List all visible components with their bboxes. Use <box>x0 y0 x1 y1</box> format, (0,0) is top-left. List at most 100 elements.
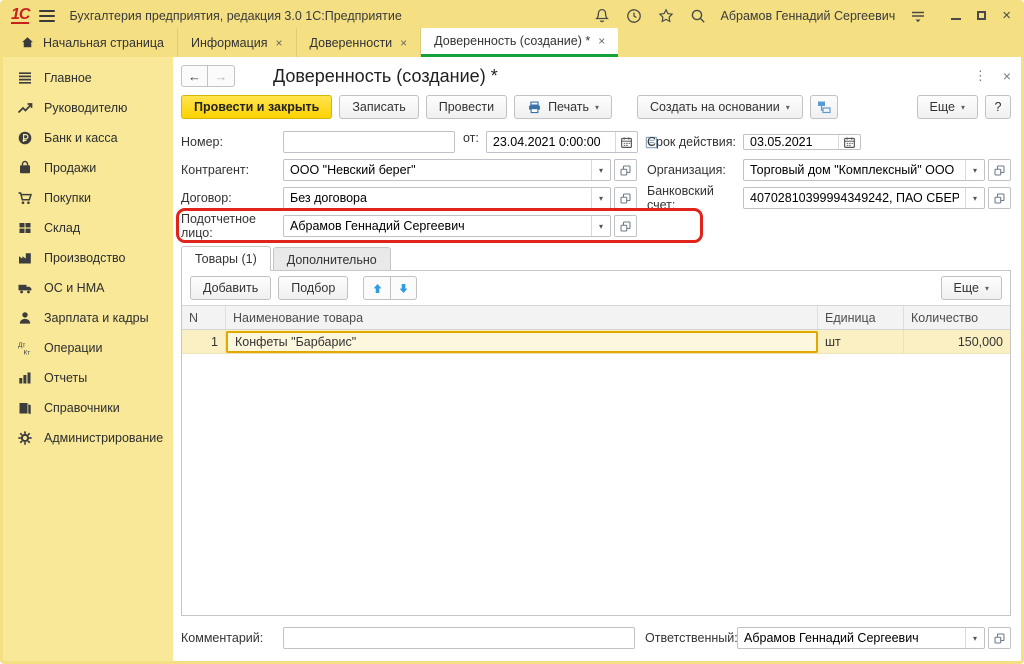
post-and-close-button[interactable]: Провести и закрыть <box>181 95 332 119</box>
history-icon[interactable] <box>625 7 643 25</box>
sidebar-item-payroll-hr[interactable]: Зарплата и кадры <box>3 303 173 333</box>
open-organization-icon[interactable] <box>988 159 1011 181</box>
pick-button[interactable]: Подбор <box>278 276 348 300</box>
responsible-input[interactable] <box>738 628 965 648</box>
tab-close-icon[interactable]: × <box>400 36 407 50</box>
notifications-bell-icon[interactable] <box>593 7 611 25</box>
back-button[interactable]: ← <box>181 65 208 87</box>
col-unit-header[interactable]: Единица <box>818 306 904 329</box>
table-row[interactable]: 1 Конфеты "Барбарис" шт 150,000 <box>182 330 1010 354</box>
comment-input[interactable] <box>284 628 634 648</box>
form-close-icon[interactable]: × <box>1003 68 1011 84</box>
add-row-button[interactable]: Добавить <box>190 276 271 300</box>
search-icon[interactable] <box>689 7 707 25</box>
cell-unit[interactable]: шт <box>818 330 904 353</box>
tab-information[interactable]: Информация × <box>178 28 297 57</box>
tab-warrant-create[interactable]: Доверенность (создание) * × <box>421 28 618 57</box>
accountable-person-input[interactable] <box>284 216 591 236</box>
contract-label: Договор: <box>181 191 283 205</box>
dropdown-caret-icon[interactable]: ▾ <box>591 160 610 180</box>
sidebar-item-label: Покупки <box>44 191 91 205</box>
main-menu-icon[interactable] <box>39 10 55 22</box>
col-name-header[interactable]: Наименование товара <box>226 306 818 329</box>
chevron-down-icon: ▾ <box>786 103 790 112</box>
tab-label: Доверенности <box>310 36 393 50</box>
forward-button[interactable]: → <box>208 65 235 87</box>
dropdown-caret-icon[interactable]: ▾ <box>591 188 610 208</box>
calendar-icon[interactable] <box>838 135 860 149</box>
date-input[interactable] <box>487 132 615 152</box>
bank-account-input[interactable] <box>744 188 965 208</box>
dropdown-caret-icon[interactable]: ▾ <box>965 628 984 648</box>
counterparty-input[interactable] <box>284 160 591 180</box>
move-down-button[interactable] <box>390 276 417 300</box>
print-label: Печать <box>548 100 589 114</box>
open-bank-account-icon[interactable] <box>988 187 1011 209</box>
sidebar-item-main[interactable]: Главное <box>3 63 173 93</box>
dropdown-caret-icon[interactable]: ▾ <box>965 160 984 180</box>
sidebar-item-label: Администрирование <box>44 431 163 445</box>
tab-close-icon[interactable]: × <box>276 36 283 50</box>
print-button[interactable]: Печать ▾ <box>514 95 612 119</box>
move-up-button[interactable] <box>363 276 390 300</box>
sidebar-item-operations[interactable]: ДтКт Операции <box>3 333 173 363</box>
open-counterparty-icon[interactable] <box>614 159 637 181</box>
svg-text:Дт: Дт <box>18 342 25 349</box>
cell-num[interactable]: 1 <box>182 330 226 353</box>
sidebar-item-manager[interactable]: Руководителю <box>3 93 173 123</box>
help-button[interactable]: ? <box>985 95 1011 119</box>
favorites-star-icon[interactable] <box>657 7 675 25</box>
create-based-on-button[interactable]: Создать на основании ▾ <box>637 95 803 119</box>
goods-panel: Добавить Подбор Еще ▾ <box>181 270 1011 616</box>
sidebar-item-bank-cash[interactable]: Банк и касса <box>3 123 173 153</box>
post-button[interactable]: Провести <box>426 95 507 119</box>
valid-until-input[interactable] <box>744 135 838 149</box>
1c-logo-icon: 1С <box>11 8 29 24</box>
form-more-icon[interactable]: ⋮ <box>974 68 987 84</box>
sidebar-item-reports[interactable]: Отчеты <box>3 363 173 393</box>
open-responsible-icon[interactable] <box>988 627 1011 649</box>
debit-credit-icon: ДтКт <box>17 340 33 356</box>
title-bar: 1С Бухгалтерия предприятия, редакция 3.0… <box>3 3 1021 28</box>
service-menu-icon[interactable] <box>909 7 927 25</box>
save-button[interactable]: Записать <box>339 95 418 119</box>
sidebar-item-purchases[interactable]: Покупки <box>3 183 173 213</box>
form-more-button[interactable]: Еще ▾ <box>917 95 978 119</box>
tab-close-icon[interactable]: × <box>598 34 605 48</box>
current-user[interactable]: Абрамов Геннадий Сергеевич <box>721 9 896 23</box>
col-num-header[interactable]: N <box>182 306 226 329</box>
contract-input[interactable] <box>284 188 591 208</box>
cart-icon <box>17 190 33 206</box>
col-qty-header[interactable]: Количество <box>904 306 1010 329</box>
svg-text:Кт: Кт <box>24 350 31 357</box>
document-tabs: Товары (1) Дополнительно <box>181 246 1011 270</box>
cell-qty[interactable]: 150,000 <box>904 330 1010 353</box>
open-accountable-person-icon[interactable] <box>614 215 637 237</box>
dropdown-caret-icon[interactable]: ▾ <box>965 188 984 208</box>
tab-additional[interactable]: Дополнительно <box>273 247 391 271</box>
table-empty-area[interactable] <box>182 354 1010 615</box>
number-input[interactable] <box>284 132 454 152</box>
sidebar-item-fixed-assets[interactable]: ОС и НМА <box>3 273 173 303</box>
sidebar-item-directories[interactable]: Справочники <box>3 393 173 423</box>
arrow-down-icon <box>397 282 410 295</box>
sidebar-item-sales[interactable]: Продажи <box>3 153 173 183</box>
close-window-button[interactable]: × <box>1002 11 1011 21</box>
tab-warrants-list[interactable]: Доверенности × <box>297 28 422 57</box>
minimize-button[interactable] <box>951 18 961 20</box>
sidebar-item-administration[interactable]: Администрирование <box>3 423 173 453</box>
dropdown-caret-icon[interactable]: ▾ <box>591 216 610 236</box>
open-contract-icon[interactable] <box>614 187 637 209</box>
linked-documents-button[interactable] <box>810 95 838 119</box>
tab-home[interactable]: Начальная страница <box>7 28 178 57</box>
bank-account-label: Банковский счет: <box>647 184 743 212</box>
organization-input[interactable] <box>744 160 965 180</box>
sidebar-item-production[interactable]: Производство <box>3 243 173 273</box>
cell-name-selected[interactable]: Конфеты "Барбарис" <box>226 331 818 353</box>
book-icon <box>17 400 33 416</box>
maximize-button[interactable] <box>977 11 986 20</box>
sidebar-item-warehouse[interactable]: Склад <box>3 213 173 243</box>
calendar-icon[interactable] <box>615 132 637 152</box>
table-more-button[interactable]: Еще ▾ <box>941 276 1002 300</box>
tab-goods[interactable]: Товары (1) <box>181 246 271 271</box>
